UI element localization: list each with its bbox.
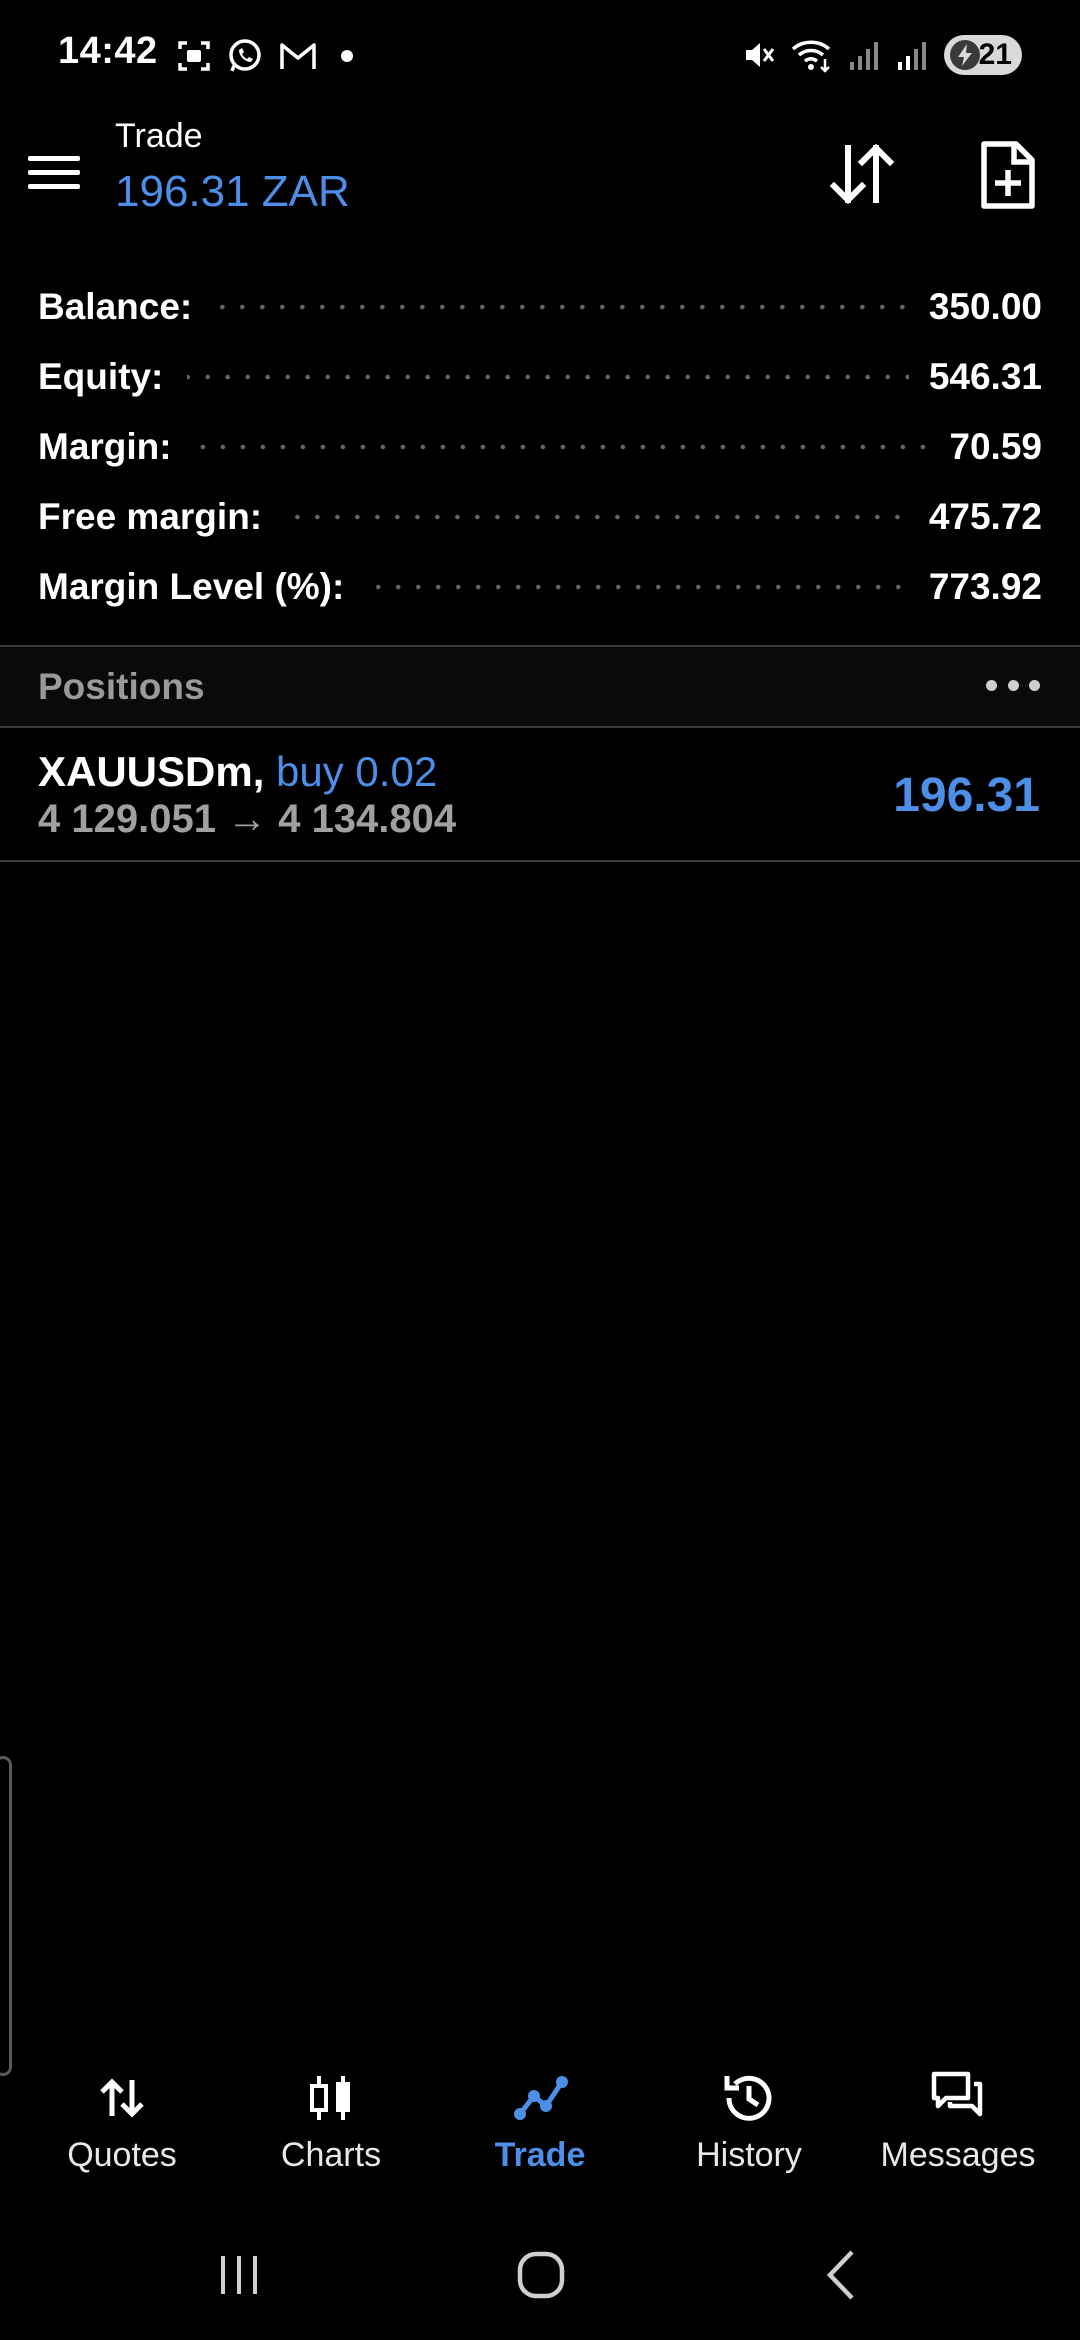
history-icon [724, 2075, 772, 2121]
price-arrow: → [227, 797, 268, 841]
quotes-icon [100, 2078, 144, 2118]
dotted-leader [368, 584, 909, 590]
header-balance: 196.31 ZAR [115, 167, 350, 216]
status-bar: 14:42 21 [0, 0, 1080, 112]
position-row[interactable]: XAUUSDm, buy 0.02 4 129.051 → 4 134.804 … [0, 728, 1080, 860]
balance-label: Balance: [38, 286, 193, 327]
nav-label: Trade [494, 2136, 586, 2174]
margin-level-value: 773.92 [928, 566, 1042, 607]
menu-button[interactable] [28, 142, 88, 202]
dotted-leader [195, 444, 930, 450]
add-document-icon [981, 141, 1035, 209]
signal-icon [850, 42, 878, 70]
sort-button[interactable] [822, 134, 902, 214]
battery-indicator: 21 [944, 35, 1022, 75]
nav-label: Quotes [67, 2136, 177, 2174]
nav-label: Messages [880, 2136, 1036, 2174]
nav-history[interactable]: History [649, 2068, 849, 2188]
equity-value: 546.31 [928, 356, 1042, 397]
current-price: 4 134.804 [278, 797, 457, 841]
nav-messages[interactable]: Messages [858, 2068, 1058, 2188]
positions-header: Positions [0, 648, 1080, 726]
trade-icon [514, 2076, 568, 2120]
wifi-icon [791, 40, 831, 73]
app-header: Trade 196.31 ZAR [0, 112, 1080, 242]
dotted-leader [187, 374, 909, 380]
charts-icon [310, 2076, 350, 2120]
balance-value: 350.00 [928, 286, 1042, 327]
free-margin-label: Free margin: [38, 496, 263, 537]
nav-trade[interactable]: Trade [440, 2068, 640, 2188]
sort-arrows-icon [829, 143, 895, 205]
dot-icon [341, 50, 353, 62]
balance-row: Balance: 350.00 [38, 282, 1042, 332]
margin-level-row: Margin Level (%): 773.92 [38, 562, 1042, 612]
charging-icon [950, 40, 980, 70]
page-title: Trade [115, 117, 203, 155]
margin-label: Margin: [38, 426, 172, 467]
back-icon[interactable] [808, 2240, 878, 2310]
edge-panel-handle[interactable] [0, 1756, 12, 2076]
margin-value: 70.59 [949, 426, 1042, 467]
status-right-icons: 21 [740, 34, 1022, 76]
nav-label: History [696, 2136, 802, 2174]
recent-apps-icon[interactable] [204, 2240, 274, 2310]
gmail-icon [280, 43, 316, 69]
nav-quotes[interactable]: Quotes [22, 2068, 222, 2188]
whatsapp-icon [229, 39, 261, 72]
more-dots-icon [986, 679, 997, 691]
free-margin-value: 475.72 [928, 496, 1042, 537]
dotted-leader [216, 304, 909, 310]
positions-title: Positions [38, 666, 205, 707]
battery-level: 21 [978, 38, 1012, 71]
mute-icon [746, 43, 775, 67]
position-type: buy 0.02 [276, 748, 438, 795]
position-profit: 196.31 [893, 769, 1040, 822]
messages-icon [931, 2071, 983, 2117]
free-margin-row: Free margin: 475.72 [38, 492, 1042, 542]
margin-row: Margin: 70.59 [38, 422, 1042, 472]
status-left-icons [176, 36, 362, 76]
position-symbol: XAUUSDm, [38, 748, 265, 795]
equity-label: Equity: [38, 356, 164, 397]
status-time: 14:42 [58, 30, 158, 72]
more-options-button[interactable] [986, 670, 1040, 700]
nav-label: Charts [280, 2136, 382, 2174]
signal-icon [898, 42, 926, 70]
new-order-button[interactable] [968, 134, 1048, 214]
home-icon[interactable] [506, 2240, 576, 2310]
screenshot-icon [178, 41, 210, 71]
position-title: XAUUSDm, buy 0.02 [38, 748, 437, 796]
dotted-leader [286, 514, 909, 520]
divider [0, 860, 1080, 862]
equity-row: Equity: 546.31 [38, 352, 1042, 402]
bottom-navigation: Quotes Charts Trade History Messages [0, 2060, 1080, 2190]
open-price: 4 129.051 [38, 797, 216, 841]
system-navigation-bar [0, 2230, 1080, 2320]
margin-level-label: Margin Level (%): [38, 566, 345, 607]
nav-charts[interactable]: Charts [231, 2068, 431, 2188]
position-prices: 4 129.051 → 4 134.804 [38, 797, 456, 842]
hamburger-icon [28, 155, 80, 161]
divider [0, 645, 1080, 647]
